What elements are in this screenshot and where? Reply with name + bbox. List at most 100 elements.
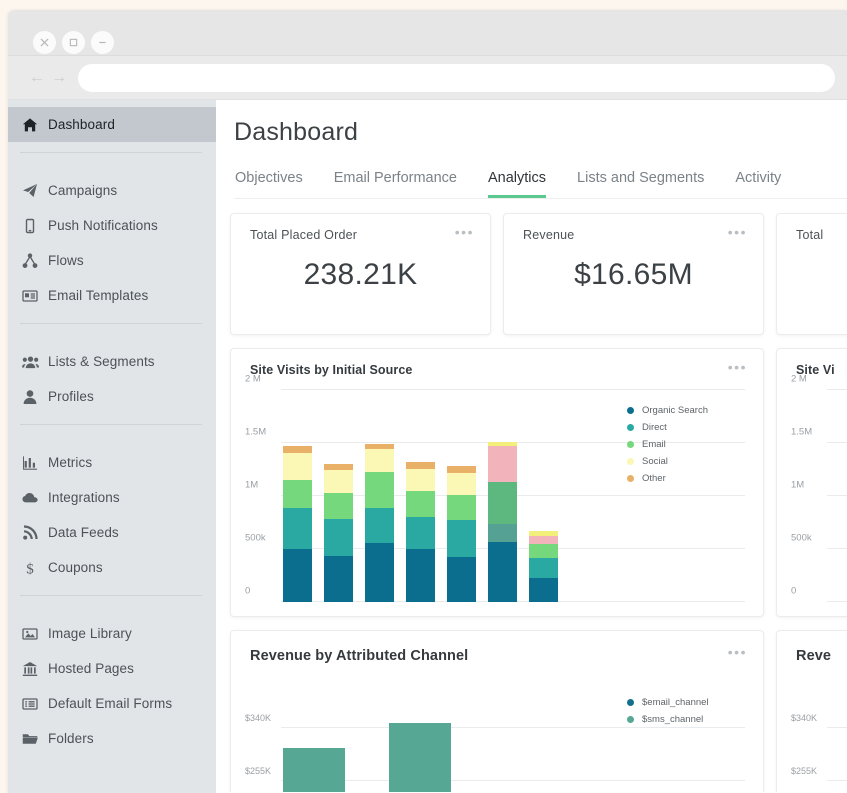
legend-item[interactable]: Email <box>627 439 708 450</box>
kpi-card-revenue[interactable]: Revenue ••• $16.65M <box>503 213 764 335</box>
bar-segment <box>488 482 517 524</box>
bar-column[interactable] <box>406 462 435 602</box>
url-input[interactable] <box>78 64 835 92</box>
browser-window: ← → Dashboard Campaigns <box>8 10 847 793</box>
sidebar-item-email-templates[interactable]: Email Templates <box>8 278 216 313</box>
sidebar-item-hosted-pages[interactable]: Hosted Pages <box>8 651 216 686</box>
legend-color-swatch <box>627 458 634 465</box>
bar-column[interactable] <box>488 442 517 602</box>
flows-icon <box>22 253 48 269</box>
legend-color-swatch <box>627 441 634 448</box>
person-icon <box>22 389 48 405</box>
bar-segment <box>529 578 558 602</box>
sidebar-item-campaigns[interactable]: Campaigns <box>8 173 216 208</box>
bar-segment <box>283 748 345 792</box>
forward-arrow-icon[interactable]: → <box>48 69 70 87</box>
maximize-icon[interactable] <box>62 31 85 54</box>
sidebar-item-folders[interactable]: Folders <box>8 721 216 756</box>
chart-card-revenue-clipped[interactable]: Reve $255K $340K <box>776 630 847 792</box>
gridline <box>827 389 847 390</box>
tab-lists-and-segments[interactable]: Lists and Segments <box>577 170 704 198</box>
bar-segment <box>283 480 312 508</box>
legend-item[interactable]: $sms_channel <box>627 714 709 725</box>
y-axis-tick: $340K <box>245 713 271 723</box>
chart-card-site-visits-clipped[interactable]: Site Vi 0 500k 1M 1.5M 2 M <box>776 348 847 617</box>
minimize-icon[interactable] <box>91 31 114 54</box>
sidebar-divider <box>20 424 202 425</box>
gridline <box>827 780 847 781</box>
template-icon <box>22 288 48 304</box>
bar-column[interactable] <box>447 466 476 602</box>
tab-analytics[interactable]: Analytics <box>488 170 546 198</box>
y-axis-tick: 2 M <box>245 374 261 385</box>
browser-titlebar <box>8 10 847 56</box>
sidebar-item-dashboard[interactable]: Dashboard <box>8 107 216 142</box>
bar-segment <box>447 466 476 473</box>
legend-color-swatch <box>627 699 634 706</box>
sidebar-item-label: Profiles <box>48 389 94 404</box>
chart-card-site-visits[interactable]: Site Visits by Initial Source ••• 0 500k <box>230 348 764 617</box>
tab-objectives[interactable]: Objectives <box>235 170 303 198</box>
card-header: Revenue ••• <box>504 214 763 242</box>
bar-column[interactable] <box>324 464 353 602</box>
legend-item[interactable]: Direct <box>627 422 708 433</box>
site-visits-legend: Organic Search Direct Email Social Other <box>627 405 708 490</box>
bar-segment <box>488 446 517 482</box>
site-visits-plot: 0 500k 1M 1.5M 2 M Organic SearchDirectE… <box>231 383 763 616</box>
sidebar-item-label: Coupons <box>48 560 103 575</box>
card-menu-icon[interactable]: ••• <box>728 228 747 238</box>
revenue-channel-legend: $email_channel $sms_channel <box>627 697 709 731</box>
tab-activity[interactable]: Activity <box>735 170 781 198</box>
sidebar-item-default-email-forms[interactable]: Default Email Forms <box>8 686 216 721</box>
bar-segment <box>447 495 476 519</box>
sidebar-item-data-feeds[interactable]: Data Feeds <box>8 515 216 550</box>
sidebar-item-label: Campaigns <box>48 183 117 198</box>
sidebar-item-label: Lists & Segments <box>48 354 155 369</box>
legend-item[interactable]: $email_channel <box>627 697 709 708</box>
sidebar-item-push-notifications[interactable]: Push Notifications <box>8 208 216 243</box>
card-menu-icon[interactable]: ••• <box>455 228 474 238</box>
bar-column[interactable] <box>365 444 394 602</box>
bar-column[interactable] <box>389 723 451 792</box>
chart-card-revenue-channel[interactable]: Revenue by Attributed Channel ••• $255K … <box>230 630 764 792</box>
chart-title: Revenue by Attributed Channel <box>250 648 468 664</box>
kpi-card-total-clipped[interactable]: Total <box>776 213 847 335</box>
sidebar-item-profiles[interactable]: Profiles <box>8 379 216 414</box>
bar-column[interactable] <box>283 446 312 602</box>
y-axis-tick: 500k <box>791 533 812 544</box>
legend-item[interactable]: Other <box>627 473 708 484</box>
sidebar-divider <box>20 595 202 596</box>
site-visits-row: Site Visits by Initial Source ••• 0 500k <box>230 348 847 617</box>
y-axis-tick: 1.5M <box>791 427 812 438</box>
legend-item[interactable]: Social <box>627 456 708 467</box>
card-header: Site Vi <box>777 349 847 377</box>
y-axis-tick: $255K <box>791 766 817 776</box>
bar-segment <box>365 472 394 508</box>
back-arrow-icon[interactable]: ← <box>26 69 48 87</box>
sidebar-item-metrics[interactable]: Metrics <box>8 445 216 480</box>
tab-email-performance[interactable]: Email Performance <box>334 170 457 198</box>
kpi-card-total-placed-order[interactable]: Total Placed Order ••• 238.21K <box>230 213 491 335</box>
sidebar-item-label: Email Templates <box>48 288 148 303</box>
sidebar-item-label: Dashboard <box>48 117 115 132</box>
card-menu-icon[interactable]: ••• <box>728 363 747 373</box>
sidebar-item-flows[interactable]: Flows <box>8 243 216 278</box>
bar-segment <box>324 470 353 493</box>
sidebar-item-coupons[interactable]: $ Coupons <box>8 550 216 585</box>
sidebar-item-image-library[interactable]: Image Library <box>8 616 216 651</box>
chart-title: Site Visits by Initial Source <box>250 363 412 377</box>
sidebar-item-lists-segments[interactable]: Lists & Segments <box>8 344 216 379</box>
legend-item[interactable]: Organic Search <box>627 405 708 416</box>
bar-column[interactable] <box>529 531 558 602</box>
form-icon <box>22 696 48 712</box>
sidebar-divider <box>20 323 202 324</box>
dollar-icon: $ <box>22 560 48 576</box>
y-axis-tick: 0 <box>245 586 250 597</box>
legend-label: Other <box>642 473 666 484</box>
bar-segment <box>324 493 353 520</box>
sidebar-item-label: Data Feeds <box>48 525 119 540</box>
card-menu-icon[interactable]: ••• <box>728 648 747 658</box>
sidebar-item-integrations[interactable]: Integrations <box>8 480 216 515</box>
close-icon[interactable] <box>33 31 56 54</box>
bar-column[interactable] <box>283 748 345 792</box>
